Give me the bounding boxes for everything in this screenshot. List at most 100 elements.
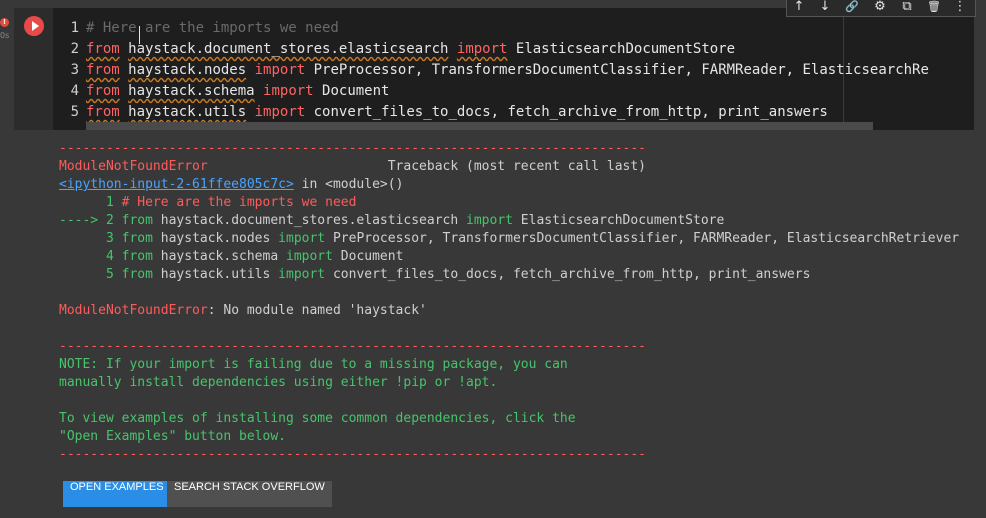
warning-badge-icon: !: [0, 18, 9, 27]
output-text: NOTE: If your import is failing due to a…: [59, 357, 568, 372]
output-text: ModuleNotFoundError: [59, 303, 208, 318]
delete-icon[interactable]: 🗑: [924, 0, 944, 16]
output-line: <ipython-input-2-61ffee805c7c> in <modul…: [59, 176, 403, 194]
output-line: 3 from haystack.nodes import PreProcesso…: [59, 230, 959, 248]
output-text: haystack.document_stores.elasticsearch: [152, 213, 467, 228]
code-line[interactable]: 3 from haystack.nodes import PreProcessor…: [53, 60, 929, 81]
output-text: 3: [59, 231, 122, 246]
output-text: haystack.utils: [152, 267, 279, 282]
code-token: import: [456, 41, 508, 57]
move-up-icon[interactable]: ↑: [789, 0, 809, 16]
open-examples-button[interactable]: OPEN EXAMPLES: [63, 481, 171, 507]
output-text: ----> 2: [59, 213, 122, 228]
output-text: ----------------------------------------…: [59, 141, 646, 156]
line-number: 2: [70, 41, 79, 57]
output-line: "Open Examples" button below.: [59, 428, 286, 446]
line-number: 1: [70, 20, 79, 36]
output-text: 1: [59, 195, 122, 210]
output-text: in: [293, 177, 326, 192]
output-text: from: [121, 267, 153, 282]
output-text: import: [286, 249, 333, 264]
code-token: haystack.schema: [128, 83, 255, 99]
code-token: convert_files_to_docs, fetch_archive_fro…: [305, 104, 828, 120]
code-token: import: [254, 104, 306, 120]
output-text: <module>(): [325, 177, 404, 192]
code-line[interactable]: 2 from haystack.document_stores.elasticse…: [53, 39, 735, 60]
horizontal-scrollbar[interactable]: [86, 122, 873, 130]
code-line[interactable]: 5 from haystack.utils import convert_file…: [53, 102, 828, 123]
output-text: 4: [59, 249, 122, 264]
output-text: # Here are the imports we need: [121, 195, 357, 210]
line-number: 5: [70, 104, 79, 120]
output-text: import: [278, 231, 326, 246]
output-line: 5 from haystack.utils import convert_fil…: [59, 266, 810, 284]
link-icon[interactable]: 🔗: [842, 0, 862, 16]
execution-time: 0s: [0, 31, 10, 40]
cell-status-gutter: ! 0s: [0, 0, 14, 518]
code-token: from: [86, 104, 120, 120]
output-line: NOTE: If your import is failing due to a…: [59, 356, 568, 374]
code-token: haystack.utils: [128, 104, 247, 120]
code-token: # Here are the imports we need: [86, 20, 339, 36]
cell-output: OPEN EXAMPLES SEARCH STACK OVERFLOW ----…: [14, 130, 974, 518]
code-token: import: [254, 62, 306, 78]
output-text: ModuleNotFoundError: [59, 159, 208, 174]
output-line: ----------------------------------------…: [59, 140, 646, 158]
output-line: ----------------------------------------…: [59, 338, 646, 356]
output-text: 5: [59, 267, 122, 282]
output-text: import: [466, 213, 513, 228]
output-line: ----------------------------------------…: [59, 446, 646, 464]
code-token: haystack.nodes: [128, 62, 247, 78]
output-text: Traceback (most recent call last): [207, 159, 647, 174]
output-text: from: [121, 231, 153, 246]
output-text: haystack.nodes: [152, 231, 279, 246]
code-line[interactable]: 4 from haystack.schema import Document: [53, 81, 390, 102]
output-text: from: [121, 249, 153, 264]
output-text: ----------------------------------------…: [59, 447, 646, 462]
output-line: ModuleNotFoundError Traceback (most rece…: [59, 158, 646, 176]
output-text: ----------------------------------------…: [59, 339, 646, 354]
output-text: PreProcessor, TransformersDocumentClassi…: [325, 231, 960, 246]
code-token: Document: [313, 83, 390, 99]
cell-toolbar: ↑ ↓ 🔗 ⚙ ⧉ 🗑 ⋮: [786, 0, 976, 17]
gear-icon[interactable]: ⚙: [870, 0, 890, 16]
line-number: 3: [70, 62, 79, 78]
output-text: To view examples of installing some comm…: [59, 411, 576, 426]
code-token: from: [86, 62, 120, 78]
output-line: manually install dependencies using eith…: [59, 374, 497, 392]
code-token: haystack.document_stores.elasticsearch: [128, 41, 449, 57]
mirror-cell-icon[interactable]: ⧉: [897, 0, 917, 16]
output-line: To view examples of installing some comm…: [59, 410, 576, 428]
code-token: ElasticsearchDocumentStore: [507, 41, 736, 57]
output-text: from: [121, 213, 153, 228]
search-stack-overflow-button[interactable]: SEARCH STACK OVERFLOW: [167, 481, 332, 507]
output-text: manually install dependencies using eith…: [59, 375, 498, 390]
code-token: from: [86, 41, 120, 57]
traceback-file-link[interactable]: <ipython-input-2-61ffee805c7c>: [59, 177, 294, 192]
output-text: ElasticsearchDocumentStore: [512, 213, 725, 228]
line-number: 4: [70, 83, 79, 99]
move-down-icon[interactable]: ↓: [815, 0, 835, 16]
output-text: Document: [332, 249, 404, 264]
output-text: convert_files_to_docs, fetch_archive_fro…: [325, 267, 811, 282]
run-cell-button[interactable]: [24, 16, 44, 36]
more-options-icon[interactable]: ⋮: [950, 0, 970, 16]
output-line: 4 from haystack.schema import Document: [59, 248, 403, 266]
code-editor[interactable]: 1 # Here are the imports we need 2 from hay…: [53, 8, 974, 130]
output-text: : No module named 'haystack': [207, 303, 427, 318]
output-text: "Open Examples" button below.: [59, 429, 286, 444]
code-token: import: [263, 83, 314, 99]
code-line[interactable]: 1 # Here are the imports we need: [53, 18, 339, 39]
output-text: import: [278, 267, 326, 282]
output-text: haystack.schema: [152, 249, 286, 264]
code-token: PreProcessor, TransformersDocumentClassi…: [305, 62, 929, 78]
output-line: ----> 2 from haystack.document_stores.el…: [59, 212, 724, 230]
